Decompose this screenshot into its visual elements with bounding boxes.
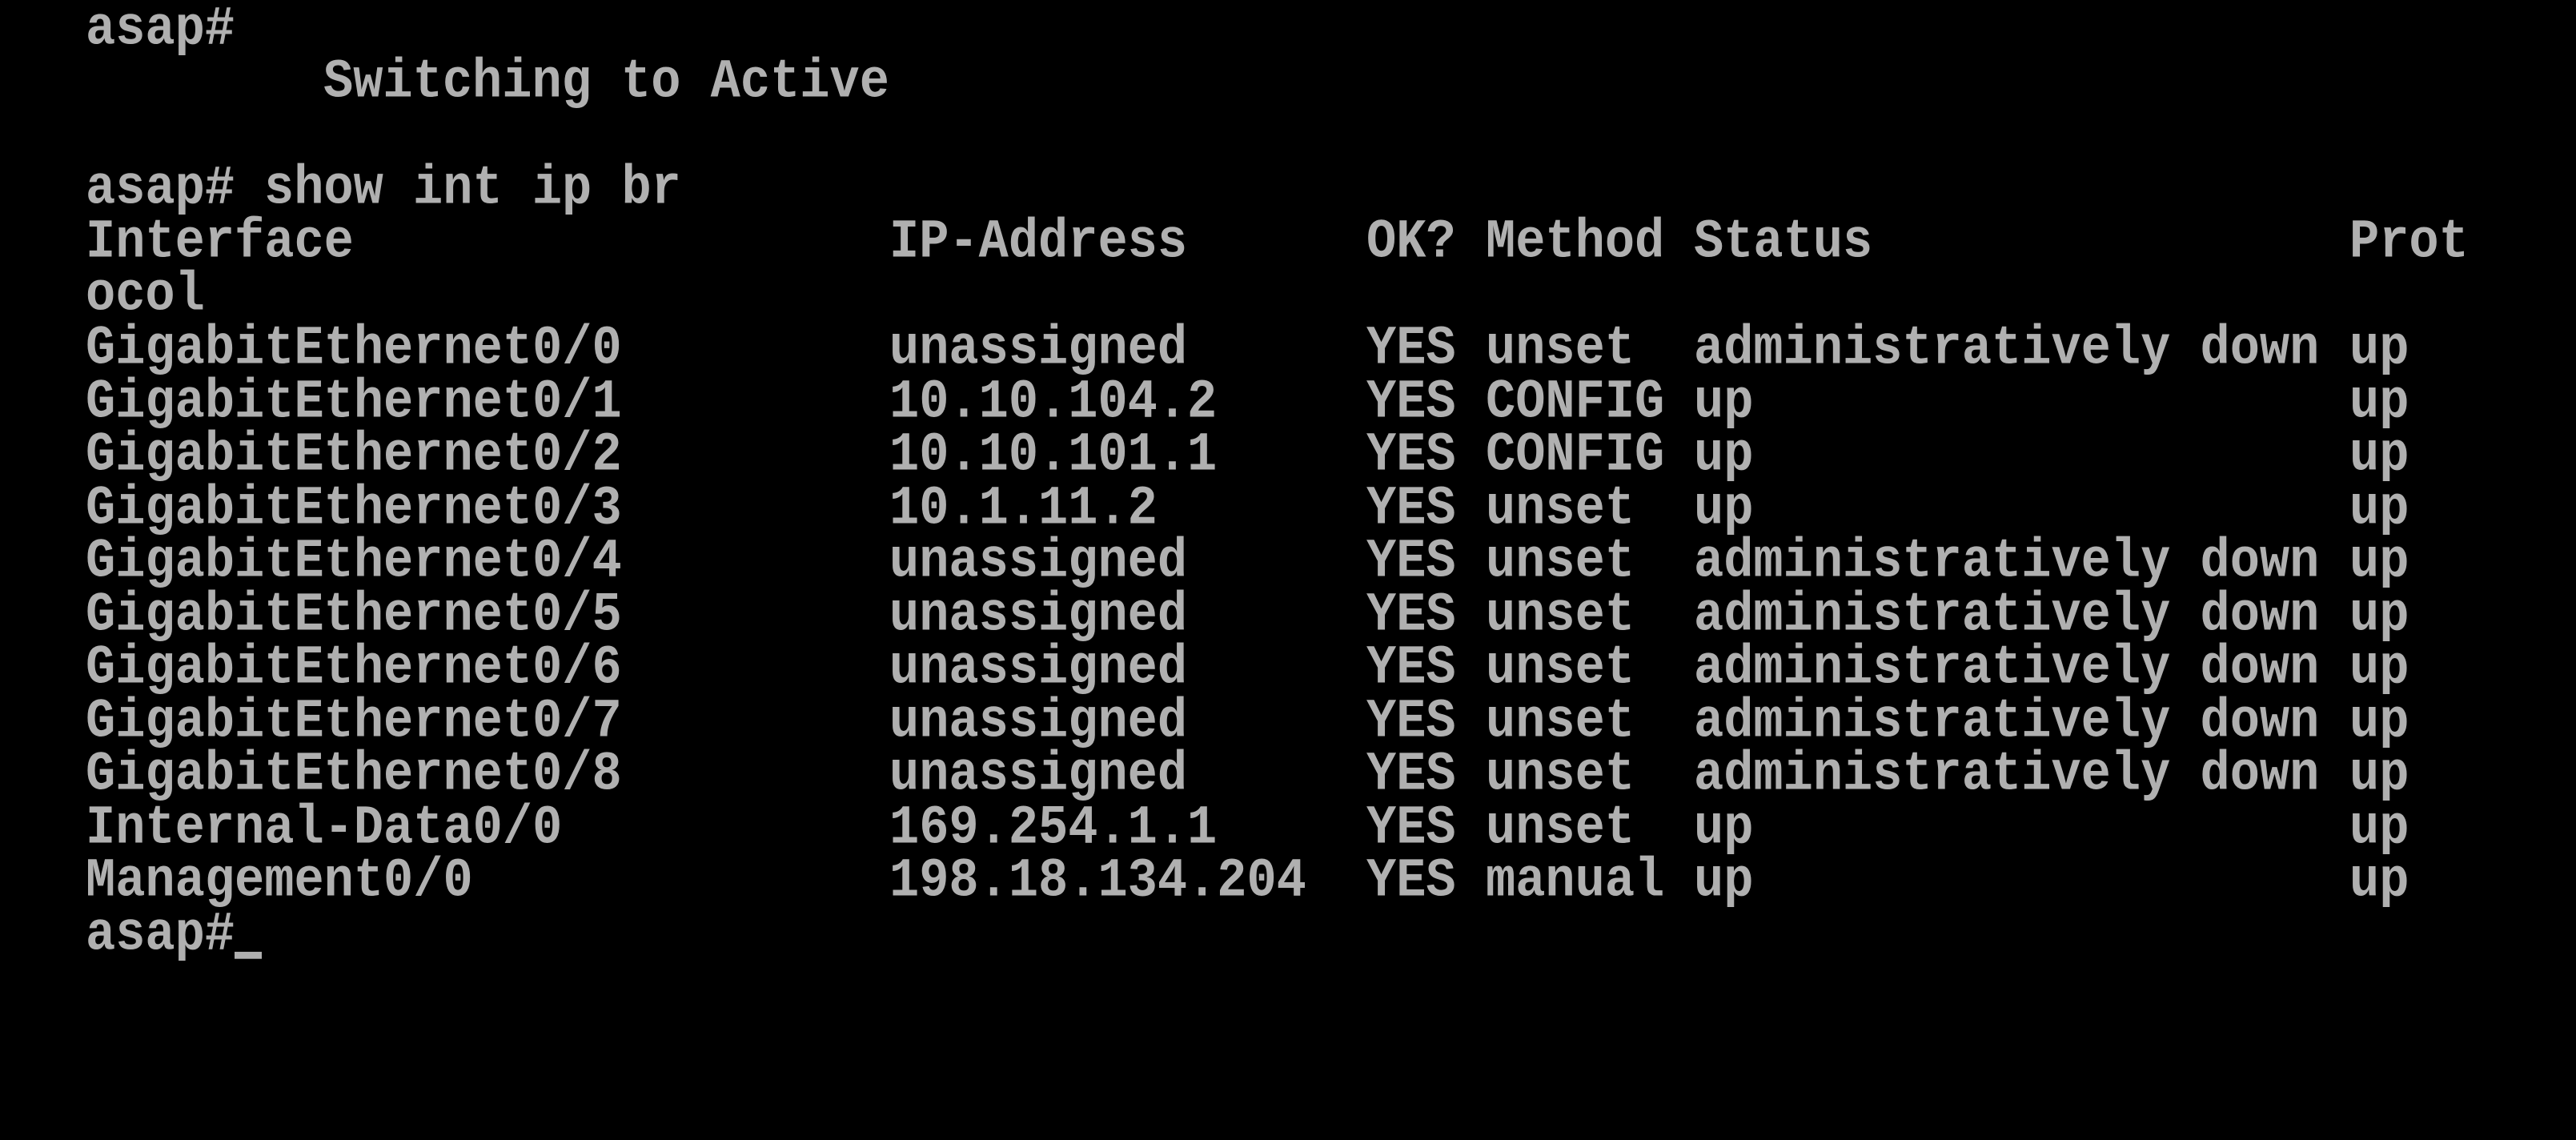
cell-interface: GigabitEthernet0/2 xyxy=(86,423,622,487)
cell-status: administratively down xyxy=(1694,689,2320,753)
command-text: show int ip br xyxy=(264,157,681,220)
cell-interface: GigabitEthernet0/4 xyxy=(86,530,622,593)
header-protocol-wrap: ocol xyxy=(86,263,205,327)
cell-method: unset xyxy=(1486,743,1635,806)
cell-status: administratively down xyxy=(1694,636,2320,700)
cell-ip: 10.10.101.1 xyxy=(889,423,1218,487)
cell-status: administratively down xyxy=(1694,583,2320,646)
header-protocol: Prot xyxy=(2349,211,2469,274)
prompt-line: asap# xyxy=(86,0,235,59)
cell-status: administratively down xyxy=(1694,743,2320,806)
cell-protocol: up xyxy=(2349,423,2409,487)
cell-ip: unassigned xyxy=(889,583,1188,646)
cell-method: unset xyxy=(1486,476,1635,540)
header-ip: IP-Address xyxy=(889,211,1188,274)
prompt-line: asap# xyxy=(86,905,262,964)
cell-method: unset xyxy=(1486,796,1635,859)
cursor xyxy=(235,951,262,959)
prompt: asap# xyxy=(86,902,235,965)
cell-method: unset xyxy=(1486,583,1635,646)
cell-method: CONFIG xyxy=(1486,370,1665,433)
status-message: Switching to Active xyxy=(323,50,889,114)
cell-interface: Management0/0 xyxy=(86,849,473,913)
cell-protocol: up xyxy=(2349,743,2409,806)
cell-status: administratively down xyxy=(1694,530,2320,593)
cell-ip: unassigned xyxy=(889,689,1188,753)
cell-protocol: up xyxy=(2349,583,2409,646)
cell-method: unset xyxy=(1486,530,1635,593)
table-header-wrap: ocol xyxy=(86,263,205,327)
message-line: Switching to Active xyxy=(86,53,889,112)
cell-ip: 169.254.1.1 xyxy=(889,796,1218,859)
cell-ip: 10.1.11.2 xyxy=(889,476,1158,540)
cell-protocol: up xyxy=(2349,689,2409,753)
cell-ok: YES xyxy=(1366,476,1456,540)
cell-ip: unassigned xyxy=(889,530,1188,593)
cell-ok: YES xyxy=(1366,743,1456,806)
cell-ip: unassigned xyxy=(889,317,1188,380)
cell-interface: GigabitEthernet0/0 xyxy=(86,317,622,380)
cell-protocol: up xyxy=(2349,636,2409,700)
cell-protocol: up xyxy=(2349,317,2409,380)
header-status: Status xyxy=(1694,211,1873,274)
cell-status: up xyxy=(1694,849,1754,913)
cell-ok: YES xyxy=(1366,849,1456,913)
cell-ok: YES xyxy=(1366,530,1456,593)
cell-ok: YES xyxy=(1366,370,1456,433)
cell-method: unset xyxy=(1486,689,1635,753)
cell-status: administratively down xyxy=(1694,317,2320,380)
header-method: Method xyxy=(1486,211,1665,274)
cell-ok: YES xyxy=(1366,636,1456,700)
cell-protocol: up xyxy=(2349,796,2409,859)
cell-ok: YES xyxy=(1366,796,1456,859)
cell-method: unset xyxy=(1486,317,1635,380)
cell-protocol: up xyxy=(2349,476,2409,540)
cell-ok: YES xyxy=(1366,583,1456,646)
cell-status: up xyxy=(1694,796,1754,859)
cell-interface: GigabitEthernet0/8 xyxy=(86,743,622,806)
cell-ok: YES xyxy=(1366,423,1456,487)
cell-interface: Internal-Data0/0 xyxy=(86,796,563,859)
cell-status: up xyxy=(1694,423,1754,487)
cell-ip: unassigned xyxy=(889,636,1188,700)
cell-interface: GigabitEthernet0/5 xyxy=(86,583,622,646)
cell-ip: unassigned xyxy=(889,743,1188,806)
header-ok: OK? xyxy=(1366,211,1456,274)
cell-ok: YES xyxy=(1366,689,1456,753)
command-line: asap# show int ip br xyxy=(86,159,681,219)
cell-status: up xyxy=(1694,370,1754,433)
prompt: asap# xyxy=(86,0,235,61)
cell-interface: GigabitEthernet0/7 xyxy=(86,689,622,753)
cell-method: unset xyxy=(1486,636,1635,700)
cell-protocol: up xyxy=(2349,849,2409,913)
cell-method: CONFIG xyxy=(1486,423,1665,487)
cell-protocol: up xyxy=(2349,370,2409,433)
prompt: asap# xyxy=(86,157,235,220)
cell-status: up xyxy=(1694,476,1754,540)
cell-interface: GigabitEthernet0/1 xyxy=(86,370,622,433)
cell-ip: 10.10.104.2 xyxy=(889,370,1218,433)
cell-interface: GigabitEthernet0/6 xyxy=(86,636,622,700)
cell-interface: GigabitEthernet0/3 xyxy=(86,476,622,540)
cell-ip: 198.18.134.204 xyxy=(889,849,1306,913)
cell-method: manual xyxy=(1486,849,1665,913)
cell-protocol: up xyxy=(2349,530,2409,593)
cell-ok: YES xyxy=(1366,317,1456,380)
